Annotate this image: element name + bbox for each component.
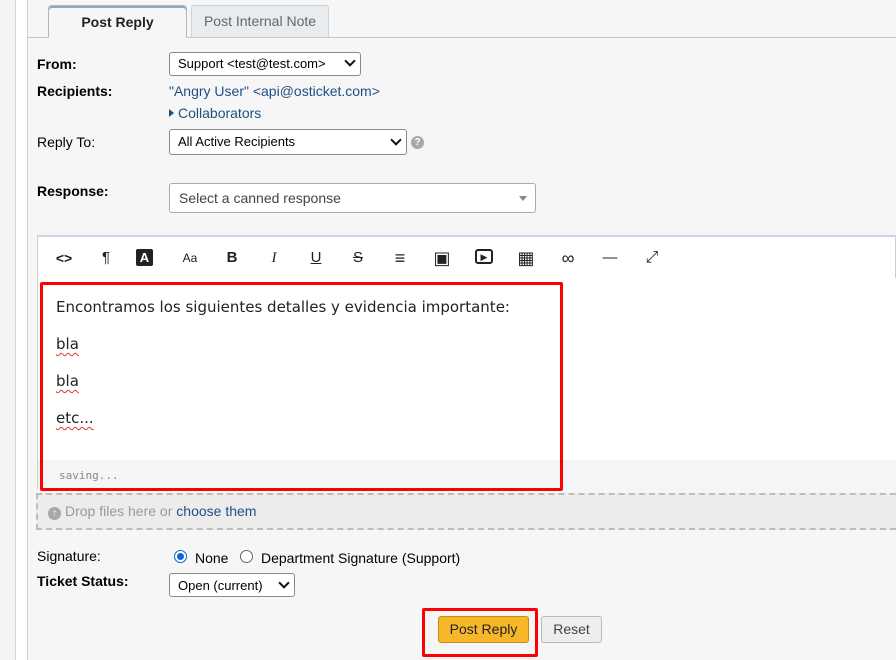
chevron-down-icon: [278, 577, 290, 589]
from-label: From:: [37, 56, 77, 72]
strikethrough-icon[interactable]: S: [346, 247, 370, 269]
image-icon[interactable]: ▣: [430, 247, 454, 269]
editor-paragraph: bla: [56, 335, 79, 353]
italic-icon[interactable]: I: [262, 247, 286, 269]
paragraph-icon[interactable]: ¶: [94, 247, 118, 269]
font-size-icon[interactable]: Aa: [178, 247, 202, 269]
canned-response-select[interactable]: Select a canned response: [169, 183, 536, 213]
drop-text: Drop files here or: [65, 503, 177, 519]
signature-department-label: Department Signature (Support): [261, 550, 461, 566]
editor-toolbar: <> ¶ A Aa B I U S ≡ ▣ ▶ ▦ ∞ — ⤢: [37, 235, 896, 279]
signature-none-radio[interactable]: [174, 550, 187, 563]
tab-post-internal-note[interactable]: Post Internal Note: [191, 5, 329, 37]
reply-to-value: All Active Recipients: [178, 134, 296, 149]
chevron-down-icon: [390, 134, 402, 146]
chevron-down-icon: [344, 55, 356, 67]
reply-to-label: Reply To:: [37, 134, 96, 150]
caret-right-icon: [169, 109, 174, 117]
editor-paragraph: etc...: [56, 409, 94, 427]
horizontal-rule-icon[interactable]: —: [598, 247, 622, 269]
attachment-dropzone[interactable]: ↑ Drop files here or choose them: [36, 493, 896, 530]
choose-files-link[interactable]: choose them: [176, 503, 256, 519]
editor-status-bar: [38, 460, 896, 490]
canned-response-placeholder: Select a canned response: [179, 190, 341, 206]
saving-indicator: saving...: [59, 469, 119, 482]
ticket-status-select[interactable]: Open (current): [169, 573, 295, 597]
list-icon[interactable]: ≡: [388, 247, 412, 269]
signature-label: Signature:: [37, 548, 101, 564]
from-select[interactable]: Support <test@test.com>: [169, 52, 361, 76]
html-icon[interactable]: <>: [52, 247, 76, 269]
response-label: Response:: [37, 183, 109, 199]
editor-paragraph: bla: [56, 372, 79, 390]
help-icon[interactable]: ?: [411, 136, 424, 149]
link-icon[interactable]: ∞: [556, 247, 580, 269]
from-select-value: Support <test@test.com>: [178, 56, 326, 71]
post-reply-button[interactable]: Post Reply: [438, 616, 529, 643]
table-icon[interactable]: ▦: [514, 247, 538, 269]
dropdown-arrow-icon: [519, 196, 527, 201]
ticket-status-value: Open (current): [178, 578, 263, 593]
ticket-status-label: Ticket Status:: [37, 573, 129, 589]
font-color-icon[interactable]: A: [136, 249, 153, 266]
underline-icon[interactable]: U: [304, 247, 328, 269]
signature-none-label: None: [195, 550, 229, 566]
tab-post-reply[interactable]: Post Reply: [48, 5, 187, 38]
bold-icon[interactable]: B: [220, 247, 244, 269]
recipients-label: Recipients:: [37, 83, 113, 99]
reply-to-select[interactable]: All Active Recipients: [169, 129, 407, 155]
reset-button[interactable]: Reset: [541, 616, 602, 643]
upload-icon: ↑: [48, 507, 61, 520]
signature-department-radio[interactable]: [240, 550, 253, 563]
video-icon[interactable]: ▶: [475, 249, 493, 264]
fullscreen-icon[interactable]: ⤢: [640, 247, 664, 269]
editor-paragraph: Encontramos los siguientes detalles y ev…: [56, 298, 510, 316]
collaborators-label: Collaborators: [178, 105, 262, 121]
collaborators-toggle[interactable]: Collaborators: [169, 105, 261, 121]
left-gutter: [0, 0, 16, 660]
recipient-email: "Angry User" <api@osticket.com>: [169, 83, 380, 99]
